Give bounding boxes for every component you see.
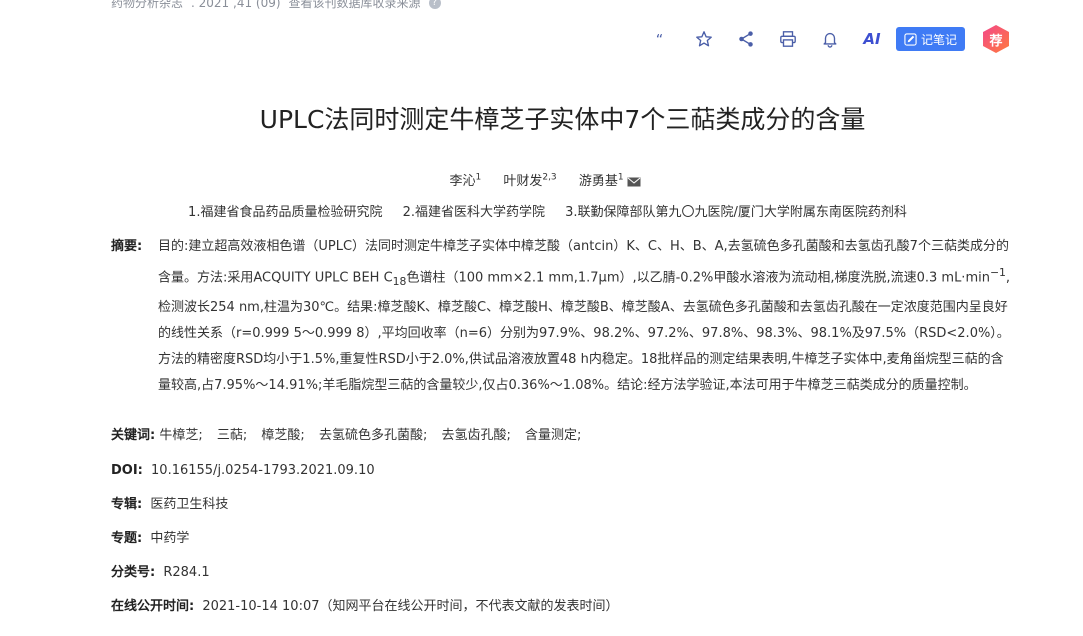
doi-value: 10.16155/j.0254-1793.2021.09.10 [151, 463, 375, 478]
mail-icon[interactable] [627, 177, 641, 187]
journal-name[interactable]: 药物分析杂志 [111, 0, 183, 11]
star-icon[interactable] [690, 25, 718, 53]
quote-icon[interactable]: “ [648, 25, 676, 53]
class-row: 分类号: R284.1 [111, 560, 210, 586]
keyword-link[interactable]: 含量测定; [525, 428, 581, 443]
author-name: 游勇基 [578, 174, 618, 189]
keyword-link[interactable]: 樟芝酸; [261, 428, 304, 443]
keywords-row: 关键词: 牛樟芝; 三萜; 樟芝酸; 去氢硫色多孔菌酸; 去氢齿孔酸; 含量测定… [111, 423, 591, 449]
online-row: 在线公开时间: 2021-10-14 10:07（知网平台在线公开时间，不代表文… [111, 594, 619, 620]
author-link[interactable]: 游勇基1 [578, 172, 641, 189]
author-sup: 1 [617, 172, 624, 183]
doi-row: DOI: 10.16155/j.0254-1793.2021.09.10 [111, 458, 375, 484]
keyword-link[interactable]: 去氢齿孔酸; [441, 428, 510, 443]
toolbar: “ AI 记笔记 荐 [648, 25, 1010, 53]
print-icon[interactable] [774, 25, 802, 53]
db-note[interactable]: 查看该刊数据库收录来源 [289, 0, 421, 11]
subject-label: 专题: [111, 531, 143, 546]
online-value: 2021-10-14 10:07（知网平台在线公开时间，不代表文献的发表时间） [202, 599, 619, 614]
affiliation-link[interactable]: 3.联勤保障部队第九〇九医院/厦门大学附属东南医院药剂科 [565, 205, 907, 220]
subject-value: 中药学 [150, 531, 190, 546]
author-link[interactable]: 叶财发2,3 [503, 172, 557, 189]
author-link[interactable]: 李沁1 [449, 172, 482, 189]
online-label: 在线公开时间: [111, 599, 195, 614]
paper-title: UPLC法同时测定牛樟芝子实体中7个三萜类成分的含量 [259, 105, 866, 134]
class-label: 分类号: [111, 565, 156, 580]
keyword-link[interactable]: 牛樟芝; [159, 428, 202, 443]
share-icon[interactable] [732, 25, 760, 53]
pencil-icon [904, 32, 917, 46]
abstract-part: ,检测波长254 nm,柱温为30℃。结果:樟芝酸K、樟芝酸C、樟芝酸H、樟芝酸… [158, 270, 1011, 393]
series-value: 医药卫生科技 [150, 497, 229, 512]
keywords-label: 关键词: [111, 428, 156, 443]
bell-icon[interactable] [816, 25, 844, 53]
svg-text:“: “ [656, 32, 663, 48]
ai-button[interactable]: AI [858, 25, 886, 53]
abstract-text: 目的:建立超高效液相色谱（UPLC）法同时测定牛樟芝子实体中樟芝酸（antcin… [158, 234, 1016, 399]
keyword-link[interactable]: 去氢硫色多孔菌酸; [319, 428, 427, 443]
class-value: R284.1 [163, 565, 210, 580]
affiliation-list: 1.福建省食品药品质量检验研究院 2.福建省医科大学药学院 3.联勤保障部队第九… [0, 201, 1083, 220]
note-label: 记笔记 [921, 32, 958, 47]
keyword-link[interactable]: 三萜; [217, 428, 247, 443]
source-line: 药物分析杂志 . 2021 ,41 (09) 查看该刊数据库收录来源 ? [111, 0, 441, 11]
affiliation-link[interactable]: 2.福建省医科大学药学院 [403, 205, 545, 220]
author-name: 李沁 [449, 174, 476, 189]
series-label: 专辑: [111, 497, 143, 512]
subject-row: 专题: 中药学 [111, 526, 189, 552]
help-icon[interactable]: ? [428, 0, 441, 9]
series-row: 专辑: 医药卫生科技 [111, 492, 228, 518]
issue-info[interactable]: . 2021 ,41 (09) [191, 0, 281, 10]
affiliation-link[interactable]: 1.福建省食品药品质量检验研究院 [188, 205, 382, 220]
abstract-label: 摘要: [111, 239, 143, 254]
recommend-badge[interactable]: 荐 [983, 25, 1010, 53]
author-sup: 1 [475, 172, 482, 183]
abstract-row: 摘要: 目的:建立超高效液相色谱（UPLC）法同时测定牛樟芝子实体中樟芝酸（an… [111, 234, 1016, 399]
abstract-part: 色谱柱（100 mm×2.1 mm,1.7μm）,以乙腈-0.2%甲酸水溶液为流… [406, 270, 990, 286]
author-sup: 2,3 [542, 172, 557, 183]
abstract-superscript: −1 [989, 266, 1006, 279]
note-button[interactable]: 记笔记 [896, 27, 966, 51]
doi-label: DOI: [111, 463, 143, 478]
author-list: 李沁1 叶财发2,3 游勇基1 [0, 170, 1083, 189]
abstract-subscript: 18 [392, 274, 407, 288]
author-name: 叶财发 [503, 174, 543, 189]
